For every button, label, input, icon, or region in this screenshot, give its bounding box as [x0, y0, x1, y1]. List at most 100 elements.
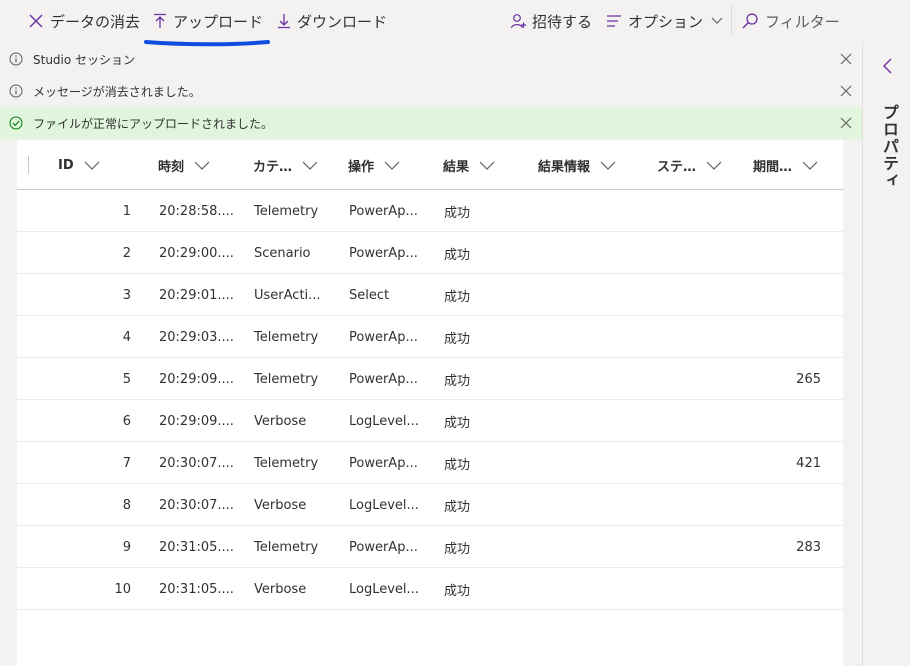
- cell-result: 成功: [444, 499, 471, 515]
- clear-data-button[interactable]: データの消去: [28, 0, 140, 42]
- table-row[interactable]: 6 20:29:09.... Verbose LogLevel... 成功: [17, 400, 843, 442]
- properties-label[interactable]: プロパティ: [877, 104, 901, 189]
- column-header-category[interactable]: カテ…: [253, 140, 318, 190]
- cell-result-info: [539, 316, 649, 358]
- table-row[interactable]: 7 20:30:07.... Telemetry PowerAp... 成功 421: [17, 442, 843, 484]
- cell-category: Telemetry: [254, 329, 319, 345]
- column-header-label: ステ…: [657, 159, 697, 175]
- header-divider: [28, 156, 29, 174]
- download-button[interactable]: ダウンロード: [277, 0, 387, 42]
- cell-category: Telemetry: [254, 203, 319, 219]
- cell-id: 7: [122, 455, 131, 471]
- cell-time: 20:31:05....: [159, 581, 234, 597]
- column-header-operation[interactable]: 操作: [348, 140, 400, 190]
- table-row[interactable]: 9 20:31:05.... Telemetry PowerAp... 成功 283: [17, 526, 843, 568]
- message-bar-cleared: メッセージが消去されました。: [0, 75, 862, 107]
- cell-operation: PowerAp...: [349, 455, 418, 471]
- table-row[interactable]: 3 20:29:01.... UserActi... Select 成功: [17, 274, 843, 316]
- column-header-label: ID: [58, 157, 74, 173]
- cell-id: 2: [122, 245, 131, 261]
- cell-id: 6: [122, 413, 131, 429]
- options-lines-icon: [606, 14, 622, 28]
- cell-result-info: [539, 232, 649, 274]
- invite-person-icon: [510, 13, 526, 29]
- chevron-down-icon: [194, 161, 210, 170]
- close-icon[interactable]: [839, 52, 853, 66]
- close-icon[interactable]: [839, 84, 853, 98]
- cell-status: [658, 484, 748, 526]
- column-header-time[interactable]: 時刻: [158, 140, 210, 190]
- cell-result-info: [539, 190, 649, 232]
- cell-duration: [753, 232, 821, 274]
- column-header-label: 操作: [348, 159, 375, 175]
- info-icon: [9, 84, 23, 98]
- clear-data-label: データの消去: [50, 12, 141, 31]
- column-header-status[interactable]: ステ…: [657, 140, 722, 190]
- cell-category: Verbose: [254, 413, 307, 429]
- cell-result: 成功: [444, 331, 471, 347]
- cell-operation: LogLevel...: [349, 497, 419, 513]
- chevron-down-icon: [706, 161, 722, 170]
- cell-status: [658, 442, 748, 484]
- options-label: オプション: [628, 12, 704, 31]
- command-bar: データの消去 アップロード ダウンロード 招待する オプション フィルター: [0, 0, 910, 47]
- upload-button[interactable]: アップロード: [153, 0, 263, 42]
- invite-label: 招待する: [532, 12, 593, 31]
- filter-button[interactable]: フィルター: [741, 0, 840, 42]
- table-row[interactable]: 2 20:29:00.... Scenario PowerAp... 成功: [17, 232, 843, 274]
- cell-status: [658, 190, 748, 232]
- cell-operation: PowerAp...: [349, 245, 418, 261]
- upload-arrow-icon: [153, 13, 167, 29]
- column-header-label: カテ…: [253, 159, 293, 175]
- options-button[interactable]: オプション: [606, 0, 723, 42]
- close-icon[interactable]: [839, 116, 853, 130]
- chevron-down-icon: [711, 17, 723, 25]
- grid-header: ID 時刻 カテ… 操作 結果 結果情報 ステ… 期間…: [17, 140, 843, 190]
- cell-duration: [753, 190, 821, 232]
- cell-id: 8: [122, 497, 131, 513]
- cell-status: [658, 316, 748, 358]
- cell-result-info: [539, 358, 649, 400]
- cell-duration: [753, 568, 821, 610]
- cell-result: 成功: [444, 583, 471, 599]
- properties-panel: プロパティ: [862, 42, 910, 666]
- chevron-left-icon[interactable]: [882, 58, 894, 74]
- table-row[interactable]: 10 20:31:05.... Verbose LogLevel... 成功: [17, 568, 843, 610]
- cell-category: Verbose: [254, 581, 307, 597]
- chevron-down-icon: [479, 161, 495, 170]
- cell-result: 成功: [444, 541, 471, 557]
- table-row[interactable]: 1 20:28:58.... Telemetry PowerAp... 成功: [17, 190, 843, 232]
- cell-result-info: [539, 484, 649, 526]
- column-header-label: 期間…: [753, 159, 793, 175]
- column-header-duration[interactable]: 期間…: [753, 140, 818, 190]
- column-header-label: 時刻: [158, 159, 185, 175]
- cell-status: [658, 232, 748, 274]
- cell-status: [658, 274, 748, 316]
- cell-duration: [753, 274, 821, 316]
- cell-operation: PowerAp...: [349, 329, 418, 345]
- table-row[interactable]: 5 20:29:09.... Telemetry PowerAp... 成功 265: [17, 358, 843, 400]
- message-bar-upload-success: ファイルが正常にアップロードされました。: [0, 107, 862, 139]
- cell-time: 20:30:07....: [159, 455, 234, 471]
- table-row[interactable]: 8 20:30:07.... Verbose LogLevel... 成功: [17, 484, 843, 526]
- search-icon: [741, 12, 759, 30]
- invite-button[interactable]: 招待する: [510, 0, 592, 42]
- upload-label: アップロード: [173, 12, 264, 31]
- cell-status: [658, 568, 748, 610]
- info-icon: [9, 52, 23, 66]
- cell-id: 9: [122, 539, 131, 555]
- cell-duration: 265: [796, 371, 821, 387]
- column-header-result[interactable]: 結果: [443, 140, 495, 190]
- cell-status: [658, 400, 748, 442]
- cell-operation: PowerAp...: [349, 203, 418, 219]
- cell-time: 20:29:09....: [159, 371, 234, 387]
- column-header-result-info[interactable]: 結果情報: [538, 140, 616, 190]
- cell-result-info: [539, 400, 649, 442]
- chevron-down-icon: [84, 161, 100, 170]
- cell-id: 1: [122, 203, 131, 219]
- column-header-id[interactable]: ID: [58, 140, 100, 190]
- table-row[interactable]: 4 20:29:03.... Telemetry PowerAp... 成功: [17, 316, 843, 358]
- cell-operation: LogLevel...: [349, 581, 419, 597]
- cell-time: 20:30:07....: [159, 497, 234, 513]
- cell-result: 成功: [444, 415, 471, 431]
